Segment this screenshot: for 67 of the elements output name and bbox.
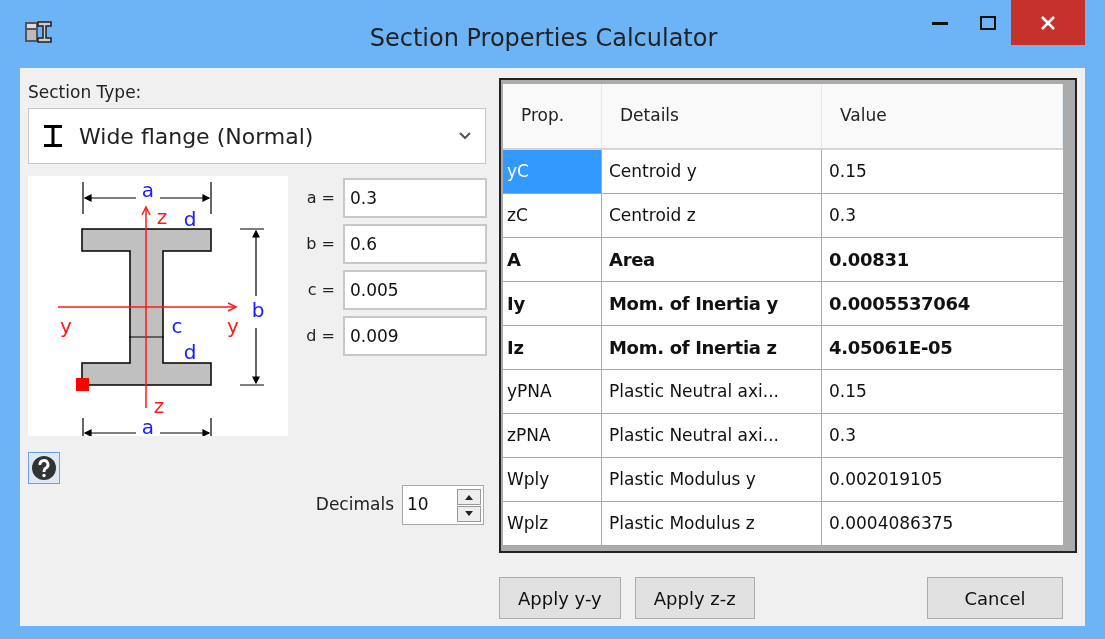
minimize-icon [932, 20, 948, 25]
diagram-label: y [227, 314, 239, 338]
diagram-label: y [60, 314, 72, 338]
i-beam-icon [43, 124, 63, 148]
table-cell[interactable]: zC [503, 194, 602, 237]
diagram-label: d [183, 340, 197, 364]
table-cell[interactable]: yPNA [503, 370, 602, 413]
parameter-label: b = [305, 233, 335, 255]
table-cell: Plastic Neutral axi... [602, 414, 822, 457]
help-icon [31, 455, 57, 481]
decimals-label: Decimals [315, 493, 394, 517]
table-cell-text: 0.0004086375 [828, 511, 955, 535]
table-cell-text: 0.0005537064 [828, 292, 971, 316]
maximize-icon [980, 15, 996, 30]
table-cell: Plastic Modulus y [602, 458, 822, 501]
table-cell: Centroid y [602, 150, 822, 193]
cancel-button[interactable]: Cancel [927, 577, 1063, 619]
section-type-dropdown[interactable]: Wide flange (Normal) [28, 108, 486, 164]
apply-button[interactable]: Apply z-z [634, 577, 755, 619]
parameter-label: c = [306, 279, 335, 301]
spin-up-icon [457, 488, 481, 505]
table-cell: Mom. of Inertia y [602, 282, 822, 325]
table-cell[interactable]: Iz [503, 326, 602, 369]
close-icon [1041, 15, 1055, 30]
diagram-label: a [141, 178, 155, 202]
table-cell[interactable]: zPNA [503, 414, 602, 457]
apply-button[interactable]: Apply y-y [499, 577, 621, 619]
parameter-field[interactable]: 0.3 [343, 178, 487, 218]
table-cell-text: 4.05061E-05 [828, 336, 954, 360]
table-cell: Plastic Modulus z [602, 502, 822, 545]
column-header[interactable]: Prop. [503, 84, 602, 148]
diagram-label: a [141, 415, 155, 436]
section-type-label: Section Type: [28, 81, 143, 104]
table-cell-text: 0.15 [828, 379, 868, 403]
table-cell-text: 0.15 [828, 159, 868, 183]
diagram-label: d [183, 207, 197, 231]
app-icon [24, 20, 52, 46]
table-cell: Plastic Neutral axi... [602, 370, 822, 413]
diagram-label: c [171, 314, 183, 338]
dimension-line [128, 336, 165, 338]
table-cell-text: 0.3 [828, 203, 858, 227]
table-cell: Area [602, 238, 822, 281]
table-cell[interactable]: Wply [503, 458, 602, 501]
table-cell[interactable]: A [503, 238, 602, 281]
diagram-label: z [156, 205, 168, 229]
parameter-field[interactable]: 0.6 [343, 224, 487, 264]
column-header[interactable]: Value [822, 84, 1063, 148]
table-cell[interactable]: Iy [503, 282, 602, 325]
origin-marker [76, 378, 89, 391]
table-cell-text: 0.00831 [828, 248, 910, 272]
help-button[interactable] [28, 452, 60, 484]
table-cell-text: 0.002019105 [828, 467, 944, 491]
diagram-label: b [251, 298, 265, 322]
window-title: Section Properties Calculator [368, 23, 719, 54]
table-cell: Centroid z [602, 194, 822, 237]
parameter-label: d = [305, 325, 335, 347]
diagram-label: z [153, 394, 165, 418]
decimals-spinner[interactable]: 10 [402, 485, 484, 525]
table-cell-text: 0.3 [828, 423, 858, 447]
column-header[interactable]: Details [602, 84, 822, 148]
chevron-down-icon [459, 132, 471, 140]
parameter-label: a = [305, 187, 335, 209]
parameter-field[interactable]: 0.005 [343, 270, 487, 310]
spin-down-icon [457, 505, 481, 522]
table-cell[interactable]: Wplz [503, 502, 602, 545]
parameter-field[interactable]: 0.009 [343, 316, 487, 356]
table-cell: Mom. of Inertia z [602, 326, 822, 369]
